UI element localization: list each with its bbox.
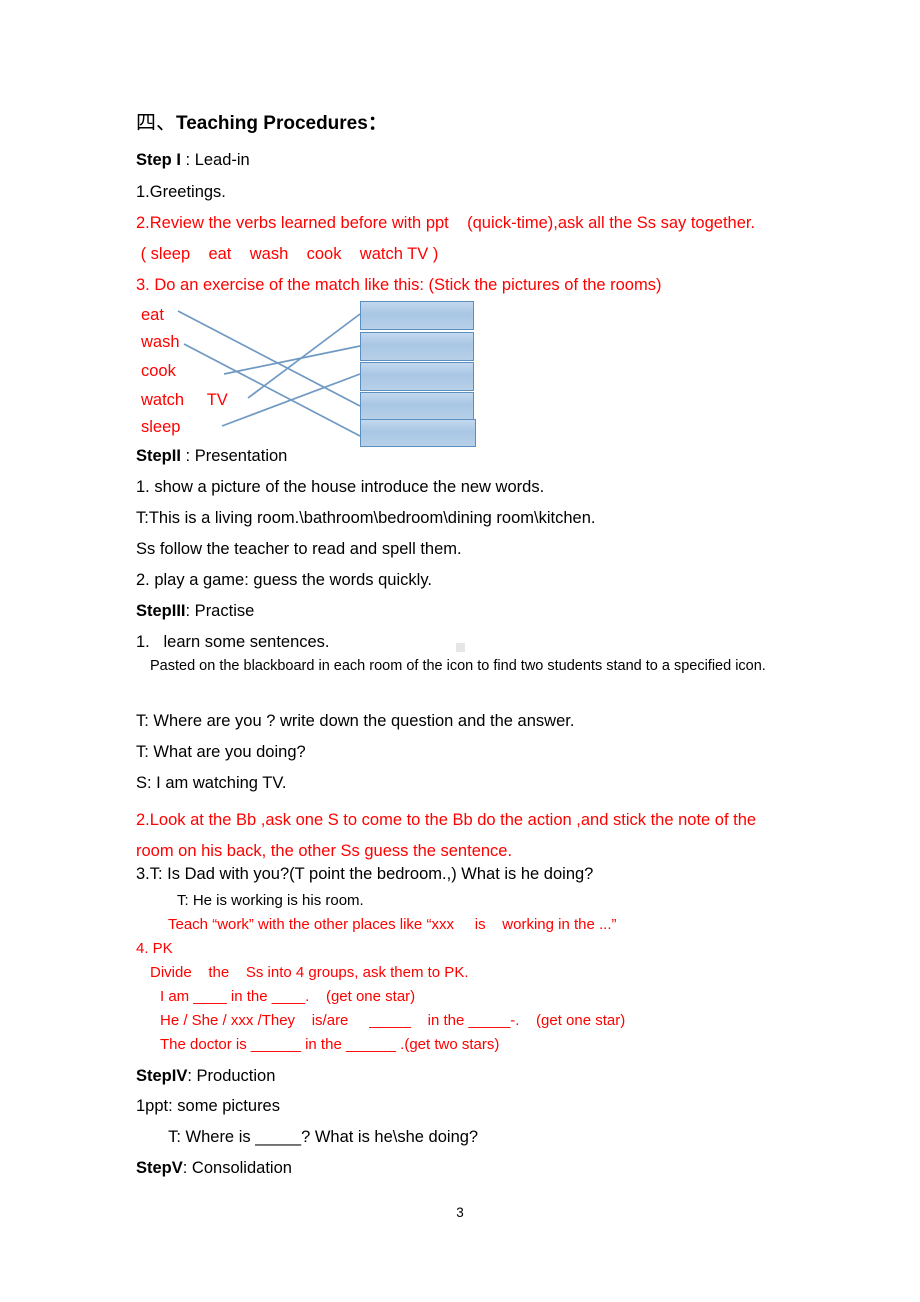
step-4-item-2: T: Where is _____? What is he\she doing? bbox=[136, 1128, 479, 1146]
heading-cjk-numeral: 四 bbox=[136, 112, 156, 134]
step-3-item-3-red-note: Teach “work” with the other places like … bbox=[168, 916, 617, 933]
pk-line-2: He / She / xxx /They is/are _____ in the… bbox=[160, 1012, 626, 1029]
heading-teaching-procedures: 四、Teaching Procedures： bbox=[136, 113, 784, 133]
step-2-header: StepII : Presentation bbox=[136, 448, 784, 465]
step-2-item-3: Ss follow the teacher to read and spell … bbox=[136, 540, 462, 558]
step-2-item-1: 1. show a picture of the house introduce… bbox=[136, 478, 545, 496]
step-5-title: : Consolidation bbox=[182, 1159, 292, 1177]
matching-exercise-diagram: eat wash cook watch TV sleep bbox=[136, 296, 496, 448]
link-wash bbox=[183, 343, 361, 437]
link-eat bbox=[177, 310, 361, 407]
step-3-item-4-sub: Divide the Ss into 4 groups, ask them to… bbox=[150, 964, 469, 981]
step-3-item-4: 4. PK bbox=[136, 940, 173, 957]
step-2-item-2: T:This is a living room.\bathroom\bedroo… bbox=[136, 509, 596, 527]
step-3-label: StepIII bbox=[136, 602, 186, 620]
step-4-label: StepIV bbox=[136, 1067, 188, 1085]
step-3-item-3: 3.T: Is Dad with you?(T point the bedroo… bbox=[136, 866, 784, 883]
step-3-item-3-text: T: Is Dad with you?(T point the bedroom.… bbox=[149, 865, 594, 883]
step-3-item-2-red: 2.Look at the Bb ,ask one S to come to t… bbox=[136, 811, 757, 860]
step-5-label: StepV bbox=[136, 1159, 183, 1177]
step-4-title: : Production bbox=[187, 1067, 276, 1085]
step-2-title: : Presentation bbox=[180, 447, 288, 465]
step-1-item-2: 2.Review the verbs learned before with p… bbox=[136, 214, 756, 232]
heading-title-text: Teaching Procedures bbox=[176, 113, 368, 134]
step-5-header: StepV: Consolidation bbox=[136, 1160, 784, 1177]
match-box-3[interactable] bbox=[360, 362, 474, 391]
step-4-header: StepIV: Production bbox=[136, 1068, 784, 1085]
step-3-item-3-sub: T: He is working is his room. bbox=[177, 892, 364, 909]
step-3-dialogue-line-1: T: Where are you ? write down the questi… bbox=[136, 712, 575, 730]
pk-line-3: The doctor is ______ in the ______ .(get… bbox=[160, 1036, 500, 1053]
match-box-4[interactable] bbox=[360, 392, 474, 420]
link-sleep bbox=[221, 373, 361, 427]
step-3-dialogue-line-3: S: I am watching TV. bbox=[136, 774, 287, 792]
pk-line-1: I am ____ in the ____. (get one star) bbox=[160, 988, 416, 1005]
match-box-2[interactable] bbox=[360, 332, 474, 361]
step-3-item-3-number: 3. bbox=[136, 865, 150, 883]
step-3-title: : Practise bbox=[185, 602, 255, 620]
step-3-item-1-note: Pasted on the blackboard in each room of… bbox=[150, 658, 766, 674]
match-box-5[interactable] bbox=[360, 419, 476, 447]
scan-artifact-mark bbox=[456, 643, 465, 652]
step-2-item-4: 2. play a game: guess the words quickly. bbox=[136, 571, 432, 589]
step-3-header: StepIII: Practise bbox=[136, 603, 784, 620]
step-1-verb-list: ( sleep eat wash cook watch TV ) bbox=[136, 245, 439, 263]
heading-cjk-punct: 、 bbox=[156, 112, 176, 134]
step-1-header: Step I : Lead-in bbox=[136, 152, 784, 169]
step-1-item-3: 3. Do an exercise of the match like this… bbox=[136, 276, 662, 294]
page-title: 四、Teaching Procedures： bbox=[136, 113, 784, 133]
page-number: 3 bbox=[456, 1205, 464, 1220]
document-page: 四、Teaching Procedures： Step I : Lead-in … bbox=[0, 0, 920, 1302]
heading-colon: ： bbox=[367, 113, 387, 134]
step-1-item-1: 1.Greetings. bbox=[136, 183, 226, 201]
step-1-label: Step I bbox=[136, 151, 181, 169]
step-2-label: StepII bbox=[136, 447, 181, 465]
step-1-title: : Lead-in bbox=[180, 151, 250, 169]
step-3-dialogue-line-2: T: What are you doing? bbox=[136, 743, 306, 761]
step-4-item-1: 1ppt: some pictures bbox=[136, 1097, 280, 1115]
match-box-1[interactable] bbox=[360, 301, 474, 330]
